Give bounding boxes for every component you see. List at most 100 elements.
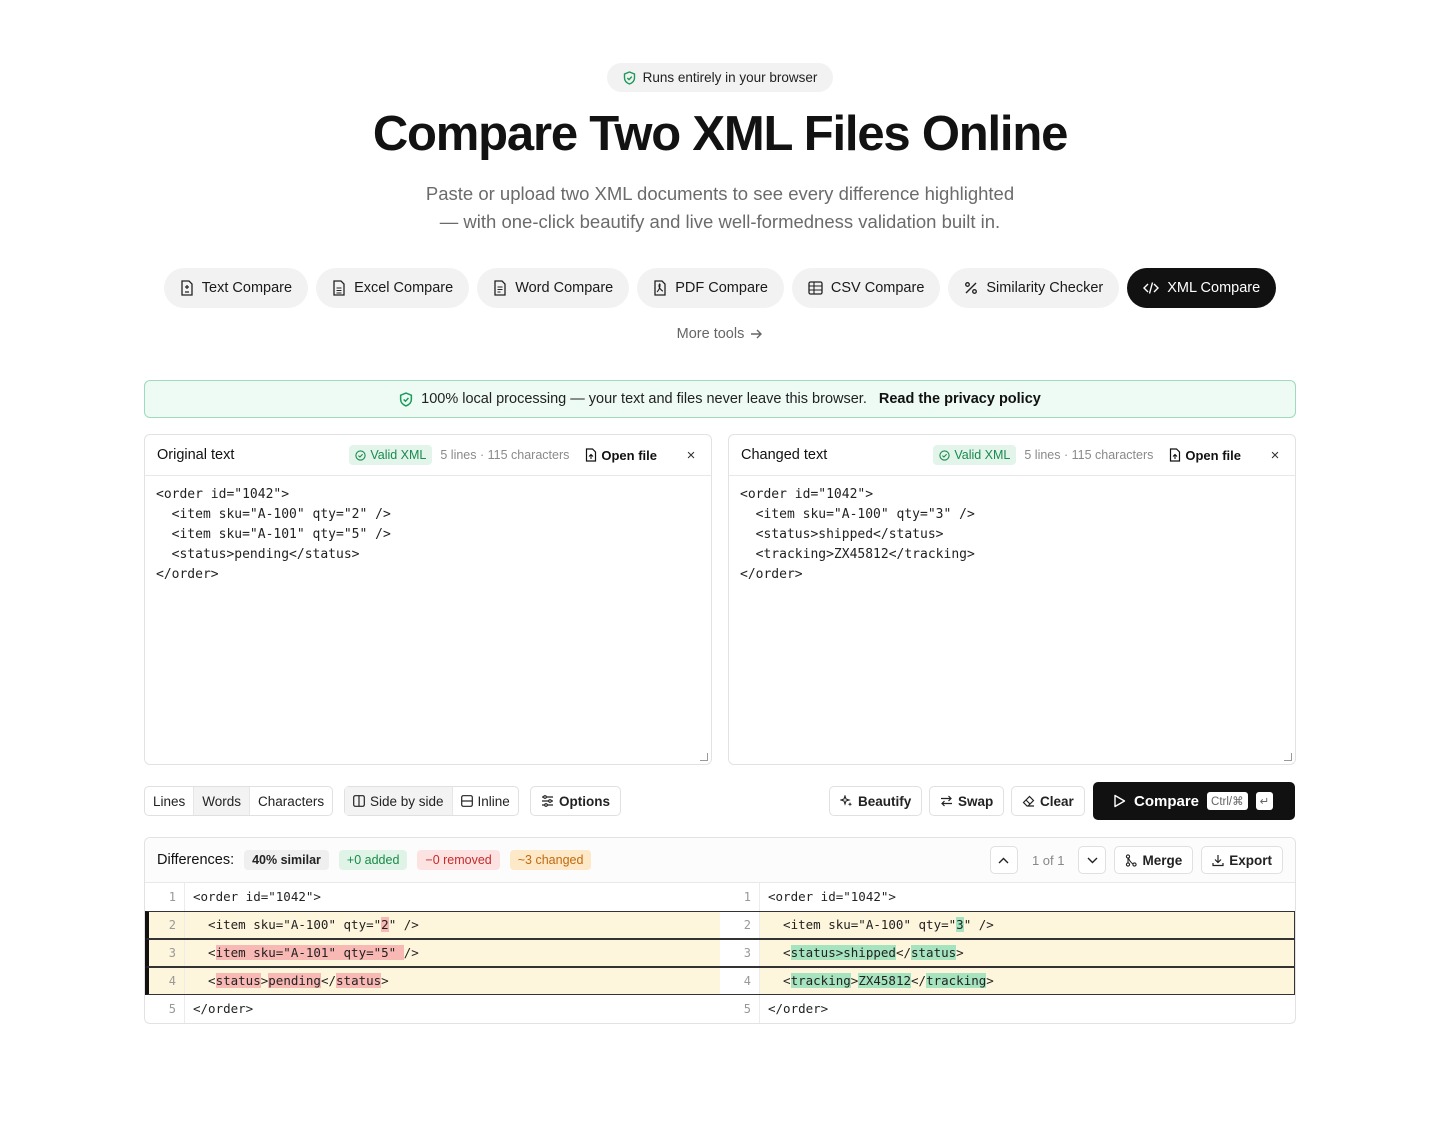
download-icon <box>1212 854 1224 867</box>
diff-counter: 1 of 1 <box>1031 852 1065 868</box>
file-text-icon <box>180 280 194 296</box>
sliders-icon <box>541 795 554 807</box>
file-upload-icon <box>1169 448 1181 462</box>
file-pdf-icon <box>653 280 667 296</box>
changed-meta: 5 lines · 115 characters <box>1024 448 1154 462</box>
tool-xml-compare[interactable]: XML Compare <box>1127 268 1277 308</box>
changed-title: Changed text <box>741 447 828 463</box>
added-badge: +0 added <box>338 850 408 870</box>
changed-panel-header: Changed text Valid XML 5 lines · 115 cha… <box>729 435 1295 476</box>
original-textarea[interactable]: <order id="1042"> <item sku="A-100" qty=… <box>145 476 711 594</box>
tool-pdf-compare[interactable]: PDF Compare <box>637 268 784 308</box>
diff-left-code: <order id="1042"> <box>193 889 321 904</box>
privacy-banner: 100% local processing — your text and fi… <box>144 380 1296 418</box>
arrow-right-icon <box>750 328 763 340</box>
granularity-lines[interactable]: Lines <box>145 787 195 815</box>
file-doc-icon <box>493 280 507 296</box>
chevron-up-icon <box>998 857 1009 864</box>
tool-label: Text Compare <box>201 280 293 296</box>
open-file-label: Open file <box>601 447 657 463</box>
compare-toolbar: Lines Words Characters Side by side Inli… <box>144 782 1296 820</box>
privacy-text: 100% local processing — your text and fi… <box>421 391 867 407</box>
resize-handle[interactable] <box>700 753 708 761</box>
granularity-toggle: Lines Words Characters <box>144 786 334 816</box>
check-circle-icon <box>939 449 950 461</box>
view-side-by-side[interactable]: Side by side <box>345 787 453 815</box>
privacy-policy-link[interactable]: Read the privacy policy <box>879 391 1041 407</box>
options-button[interactable]: Options <box>530 786 621 816</box>
merge-label: Merge <box>1142 852 1183 868</box>
valid-xml-badge: Valid XML <box>349 445 433 465</box>
removed-badge: −0 removed <box>417 850 500 870</box>
merge-button[interactable]: Merge <box>1114 846 1194 874</box>
swap-icon <box>940 795 953 807</box>
tool-label: PDF Compare <box>675 280 768 296</box>
shortcut-key: Ctrl/⌘ <box>1207 792 1248 810</box>
file-spreadsheet-icon <box>332 280 346 296</box>
file-upload-icon <box>585 448 597 462</box>
line-number: 5 <box>720 995 760 1023</box>
current-diff-marker <box>145 911 1295 939</box>
previous-diff-button[interactable] <box>989 846 1018 874</box>
diff-right-code: </order> <box>768 1001 829 1016</box>
differences-panel: Differences: 40% similar +0 added −0 rem… <box>144 837 1296 1024</box>
granularity-characters[interactable]: Characters <box>250 787 332 815</box>
git-merge-icon <box>1125 853 1138 867</box>
page-title: Compare Two XML Files Online <box>372 107 1068 161</box>
tool-label: Similarity Checker <box>986 280 1104 296</box>
play-icon <box>1113 794 1126 808</box>
close-icon[interactable]: × <box>1267 447 1283 464</box>
tool-excel-compare[interactable]: Excel Compare <box>316 268 470 308</box>
close-icon[interactable]: × <box>683 447 699 464</box>
valid-label: Valid XML <box>370 448 427 462</box>
tool-csv-compare[interactable]: CSV Compare <box>791 268 941 308</box>
shield-check-icon <box>399 391 413 407</box>
granularity-words[interactable]: Words <box>194 787 251 815</box>
diff-left-code: </order> <box>193 1001 254 1016</box>
chevron-down-icon <box>1087 857 1098 864</box>
resize-handle[interactable] <box>1284 753 1292 761</box>
line-number: 1 <box>145 883 185 911</box>
view-label: Side by side <box>370 793 444 809</box>
open-file-button[interactable]: Open file <box>1169 448 1241 463</box>
clear-button[interactable]: Clear <box>1011 786 1085 816</box>
diff-row-changed: 2 <item sku="A-100" qty="2" /> 2 <item s… <box>145 911 1295 939</box>
original-panel-header: Original text Valid XML 5 lines · 115 ch… <box>145 435 711 476</box>
options-label: Options <box>559 793 610 809</box>
line-number: 5 <box>145 995 185 1023</box>
tool-label: Excel Compare <box>354 280 454 296</box>
diff-right-code: <order id="1042"> <box>768 889 896 904</box>
view-toggle: Side by side Inline <box>344 786 519 816</box>
percent-icon <box>964 281 978 295</box>
more-tools-link[interactable]: More tools <box>0 326 1440 342</box>
diff-row-changed: 4 <status>pending</status> 4 <tracking>Z… <box>145 967 1295 995</box>
changed-textarea[interactable]: <order id="1042"> <item sku="A-100" qty=… <box>729 476 1295 594</box>
compare-button[interactable]: Compare Ctrl/⌘ ↵ <box>1093 782 1295 820</box>
view-label: Inline <box>477 793 510 809</box>
tool-text-compare[interactable]: Text Compare <box>163 268 309 308</box>
clear-label: Clear <box>1040 793 1074 809</box>
tool-similarity-checker[interactable]: Similarity Checker <box>948 268 1120 308</box>
diff-row-changed: 3 <item sku="A-101" qty="5" /> 3 <status… <box>145 939 1295 967</box>
swap-label: Swap <box>958 793 994 809</box>
local-badge: Runs entirely in your browser <box>607 63 833 92</box>
subtitle-line-2: — with one-click beautify and live well-… <box>439 211 1001 232</box>
original-panel: Original text Valid XML 5 lines · 115 ch… <box>144 434 712 765</box>
original-meta: 5 lines · 115 characters <box>440 448 570 462</box>
subtitle-line-1: Paste or upload two XML documents to see… <box>425 183 1015 204</box>
current-diff-marker <box>145 939 1295 967</box>
next-diff-button[interactable] <box>1078 846 1107 874</box>
rows-icon <box>460 795 473 807</box>
enter-key: ↵ <box>1255 792 1274 810</box>
tool-label: XML Compare <box>1167 280 1261 296</box>
line-number: 1 <box>720 883 760 911</box>
beautify-button[interactable]: Beautify <box>829 786 923 816</box>
tool-word-compare[interactable]: Word Compare <box>477 268 630 308</box>
compare-label: Compare <box>1134 792 1200 810</box>
swap-button[interactable]: Swap <box>929 786 1005 816</box>
valid-label: Valid XML <box>954 448 1011 462</box>
view-inline[interactable]: Inline <box>453 787 518 815</box>
columns-icon <box>353 795 365 807</box>
open-file-button[interactable]: Open file <box>585 448 657 463</box>
export-button[interactable]: Export <box>1201 846 1283 874</box>
